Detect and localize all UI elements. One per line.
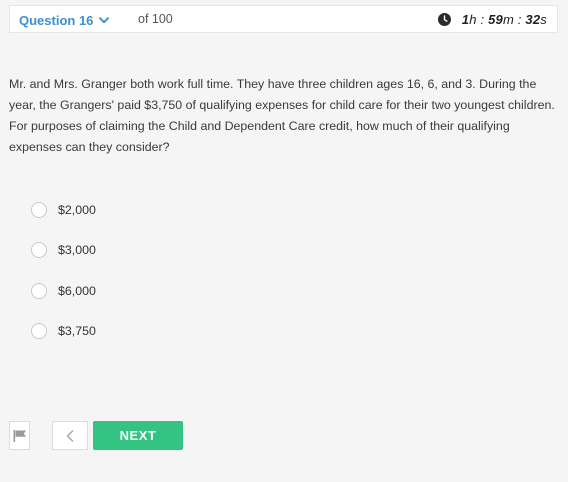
timer-seconds-unit: s (540, 12, 547, 27)
flag-icon (13, 429, 26, 442)
chevron-down-icon (99, 16, 110, 23)
question-text: Mr. and Mrs. Granger both work full time… (9, 77, 555, 154)
timer-readout: 1h : 59m : 32s (462, 12, 547, 27)
next-button[interactable]: NEXT (93, 421, 183, 450)
answer-option[interactable]: $3,000 (31, 240, 191, 260)
answer-option-label: $3,000 (58, 243, 96, 257)
answer-option-label: $6,000 (58, 284, 96, 298)
countdown-timer: 1h : 59m : 32s (437, 11, 547, 28)
question-selector-dropdown[interactable]: Question 16 (19, 12, 110, 28)
timer-seconds: 32 (525, 12, 541, 27)
radio-button[interactable] (31, 323, 47, 339)
question-number-label: Question 16 (19, 12, 94, 28)
flag-question-button[interactable] (9, 421, 30, 450)
timer-minutes-unit: m (502, 12, 514, 27)
timer-minutes: 59 (488, 12, 503, 27)
question-total-label: of 100 (138, 12, 173, 26)
radio-button[interactable] (31, 202, 47, 218)
answer-option[interactable]: $3,750 (31, 321, 191, 341)
timer-hours-unit: h (469, 12, 477, 27)
clock-icon (437, 13, 451, 26)
question-header-bar: Question 16 of 100 1h : 59m : 32s (9, 5, 558, 33)
answer-option-label: $2,000 (58, 203, 96, 217)
radio-button[interactable] (31, 242, 47, 258)
chevron-left-icon (66, 429, 74, 442)
radio-button[interactable] (31, 283, 47, 299)
answer-option-label: $3,750 (58, 324, 96, 338)
answer-option[interactable]: $2,000 (31, 200, 191, 220)
timer-separator: : (480, 12, 485, 27)
quiz-page: Question 16 of 100 1h : 59m : 32s Mr. an… (0, 0, 568, 482)
answer-option[interactable]: $6,000 (31, 281, 191, 301)
previous-question-button[interactable] (52, 421, 88, 450)
timer-separator: : (517, 12, 522, 27)
